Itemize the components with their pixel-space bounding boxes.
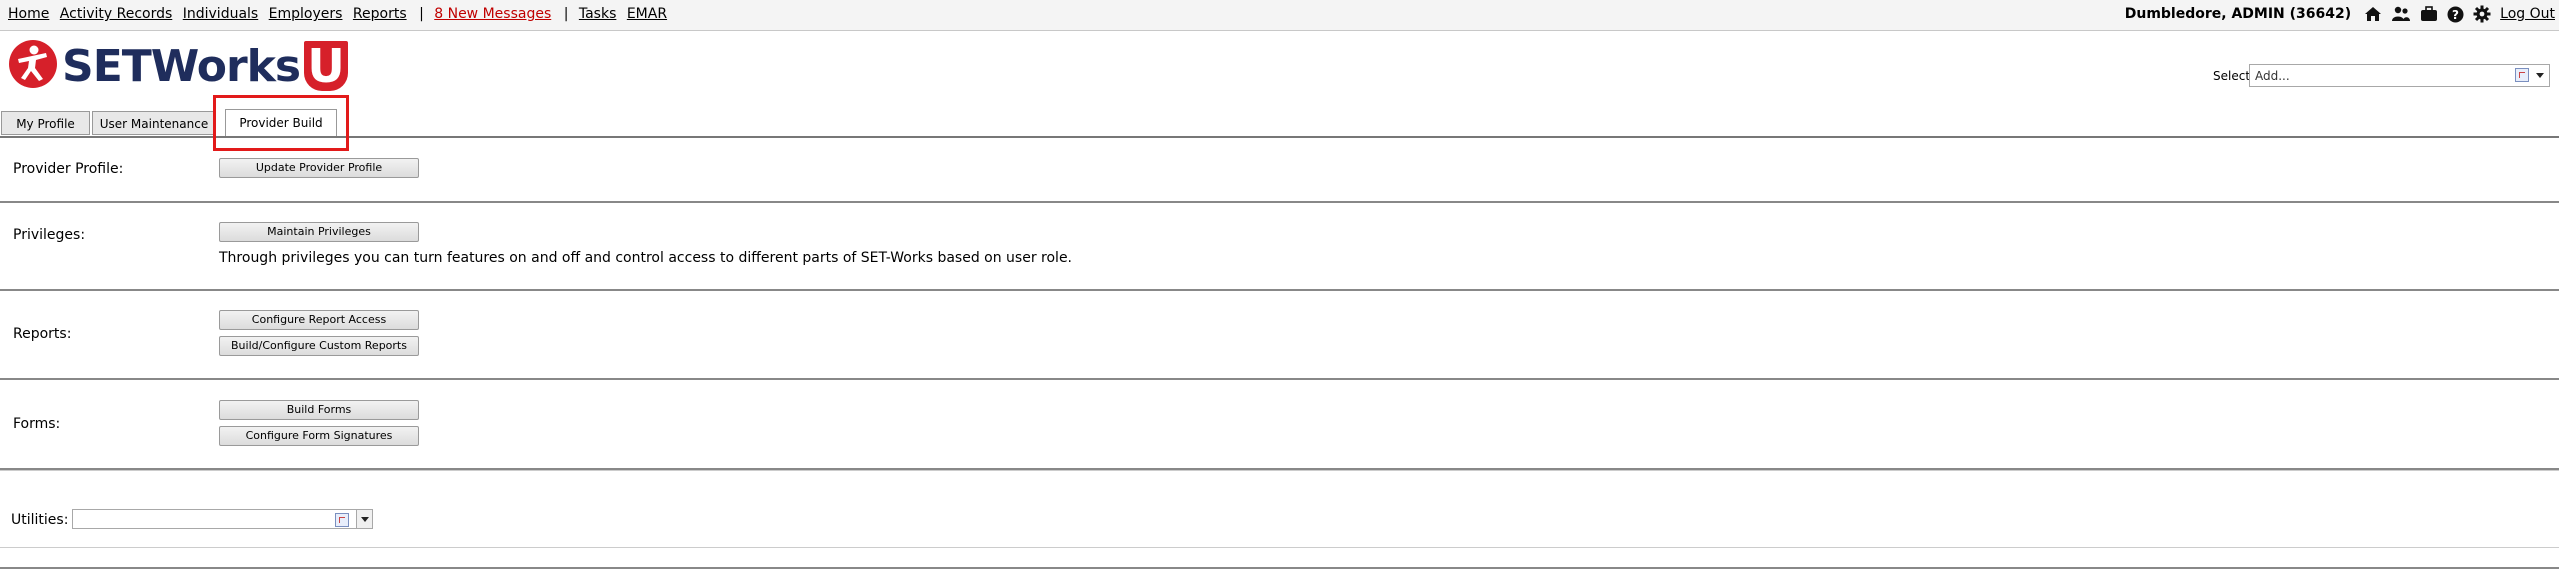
build-configure-custom-reports-button[interactable]: Build/Configure Custom Reports [219,336,419,356]
privileges-description: Through privileges you can turn features… [219,250,1073,266]
nav-links: Home Activity Records Individuals Employ… [8,6,673,22]
nav-separator: | [563,6,569,22]
tab-my-profile[interactable]: My Profile [1,111,90,135]
reports-section: Reports: Configure Report Access Build/C… [0,291,2559,380]
utilities-section [0,470,2559,548]
help-icon[interactable]: ? [2447,6,2464,23]
configure-form-signatures-button[interactable]: Configure Form Signatures [219,426,419,446]
logout-link[interactable]: Log Out [2500,6,2555,22]
utilities-input[interactable] [72,509,358,529]
picker-icon[interactable] [335,513,349,527]
select-add-dropdown[interactable]: Add... [2249,64,2550,87]
maintain-privileges-button[interactable]: Maintain Privileges [219,222,419,242]
forms-label: Forms: [13,416,61,432]
select-label: Select: [2213,69,2255,83]
picker-icon[interactable] [2515,68,2529,82]
privileges-label: Privileges: [13,227,86,243]
nav-separator: | [419,6,424,22]
utilities-label: Utilities: [11,512,69,528]
tab-provider-build[interactable]: Provider Build [225,109,337,137]
user-name: Dumbledore, ADMIN (36642) [2124,6,2352,22]
forms-section: Forms: Build Forms Configure Form Signat… [0,380,2559,470]
tab-user-maintenance[interactable]: User Maintenance [92,111,216,135]
svg-text:?: ? [2452,8,2459,22]
configure-report-access-button[interactable]: Configure Report Access [219,310,419,330]
nav-individuals-link[interactable]: Individuals [183,6,258,22]
briefcase-icon[interactable] [2420,6,2438,22]
chevron-down-icon[interactable] [2536,73,2544,78]
utilities-dropdown-button[interactable] [356,509,373,529]
build-forms-button[interactable]: Build Forms [219,400,419,420]
user-box: Dumbledore, ADMIN (36642) ? Log Out [2125,5,2555,23]
provider-profile-label: Provider Profile: [13,161,124,177]
logo-u-badge: U [304,41,349,91]
nav-activity-records-link[interactable]: Activity Records [60,6,172,22]
users-icon[interactable] [2391,6,2411,22]
provider-profile-section: Provider Profile: Update Provider Profil… [0,139,2559,203]
chevron-down-icon [361,517,369,522]
select-value: Add... [2255,69,2290,83]
tab-row: My Profile User Maintenance Provider Bui… [0,93,2559,138]
nav-messages-link[interactable]: 8 New Messages [434,6,551,22]
gear-icon[interactable] [2473,5,2491,23]
setworks-logo[interactable]: SETWorks U [8,38,349,94]
nav-employers-link[interactable]: Employers [269,6,343,22]
nav-emar-link[interactable]: EMAR [627,6,667,22]
nav-tasks-link[interactable]: Tasks [579,6,617,22]
runner-logo-icon [8,39,58,93]
home-icon[interactable] [2364,6,2382,22]
reports-label: Reports: [13,326,72,342]
nav-reports-link[interactable]: Reports [353,6,407,22]
tab-divider [0,136,2559,138]
top-nav-bar: Home Activity Records Individuals Employ… [0,0,2559,31]
nav-home-link[interactable]: Home [8,6,49,22]
update-provider-profile-button[interactable]: Update Provider Profile [219,158,419,178]
privileges-section: Privileges: Maintain Privileges Through … [0,203,2559,291]
logo-text: SETWorks [62,40,301,92]
